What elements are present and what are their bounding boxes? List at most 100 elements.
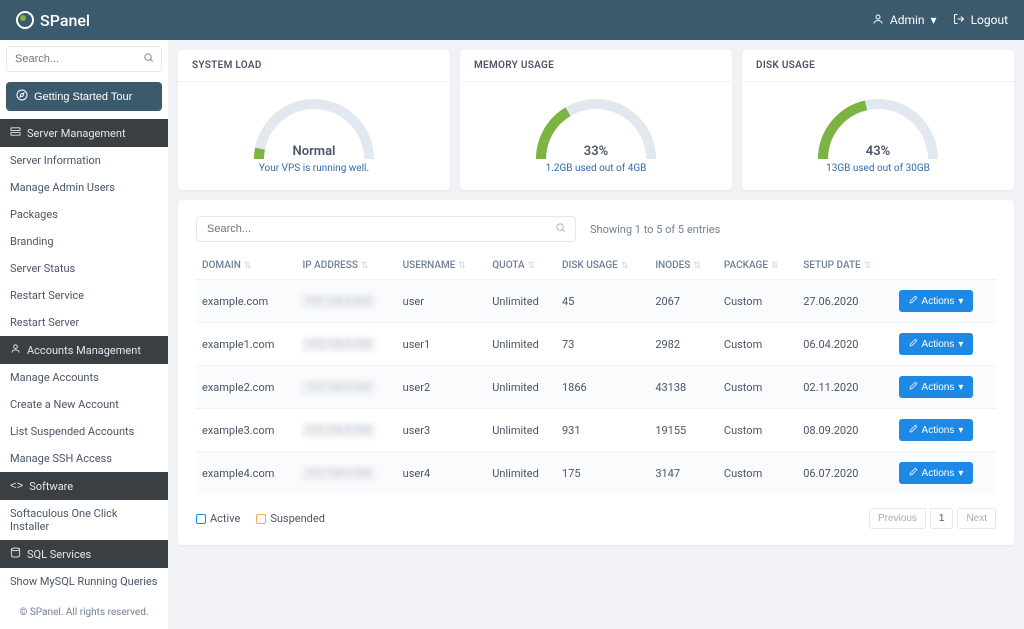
cell-disk: 175 [556,452,649,495]
sidebar-item[interactable]: Server Information [0,147,168,174]
actions-button[interactable]: Actions ▾ [899,290,974,312]
cell-disk: 1866 [556,366,649,409]
card-title: MEMORY USAGE [460,50,732,82]
actions-button[interactable]: Actions ▾ [899,462,974,484]
cell-ip: 192.168.0.000 [296,280,396,323]
accounts-table-card: Showing 1 to 5 of 5 entries DOMAIN⇅IP AD… [178,200,1014,545]
section-title: Server Management [27,127,126,140]
user-icon [872,13,884,28]
search-icon[interactable] [555,222,566,236]
sidebar-item[interactable]: Show MySQL Running Queries [0,568,168,595]
legend-active: Active [196,512,240,525]
search-icon[interactable] [143,52,154,66]
table-search-input[interactable] [196,216,576,242]
compass-icon [16,89,28,104]
sidebar: Getting Started Tour Server Management Se… [0,40,168,629]
main-content: SYSTEM LOAD Normal Your VPS is running w… [168,40,1024,629]
cell-inodes: 43138 [649,366,718,409]
cell-quota: Unlimited [486,409,556,452]
cell-quota: Unlimited [486,280,556,323]
actions-button[interactable]: Actions ▾ [899,333,974,355]
sidebar-section-header: SQL Services [0,540,168,568]
user-label: Admin [890,13,925,27]
column-header[interactable]: DISK USAGE⇅ [556,252,649,280]
logout-button[interactable]: Logout [953,13,1008,28]
system-load-gauge: Normal [249,94,379,159]
cell-date: 27.06.2020 [797,280,892,323]
gauge-label: 43% [813,144,943,159]
table-search [196,216,576,242]
gauge-sub: Your VPS is running well. [259,163,369,174]
gauge-label: 33% [531,144,661,159]
actions-button[interactable]: Actions ▾ [899,376,974,398]
section-icon [10,343,21,357]
section-title: Software [29,480,73,493]
disk-usage-card: DISK USAGE 43% 13GB used out of 30GB [742,50,1014,190]
gauge-sub: 1.2GB used out of 4GB [546,163,647,174]
column-header[interactable]: QUOTA⇅ [486,252,556,280]
sidebar-item[interactable]: Server Status [0,255,168,282]
chevron-down-icon: ▾ [958,339,963,350]
entries-info: Showing 1 to 5 of 5 entries [590,223,720,236]
table-row: example2.com192.168.0.000user2Unlimited1… [196,366,996,409]
page-1-button[interactable]: 1 [930,508,954,529]
legend-suspended: Suspended [256,512,325,525]
disk-gauge: 43% [813,94,943,159]
sidebar-search-input[interactable] [6,46,162,72]
legend-label: Suspended [270,512,325,525]
sidebar-item[interactable]: Create a New Account [0,391,168,418]
cell-date: 02.11.2020 [797,366,892,409]
tour-label: Getting Started Tour [34,91,132,103]
cell-quota: Unlimited [486,452,556,495]
next-page-button[interactable]: Next [957,508,996,529]
legend: Active Suspended [196,512,325,525]
sidebar-item[interactable]: Manage SSH Access [0,445,168,472]
chevron-down-icon: ▾ [958,468,963,479]
cell-package: Custom [718,280,797,323]
getting-started-tour-button[interactable]: Getting Started Tour [6,82,162,111]
column-header[interactable]: USERNAME⇅ [397,252,487,280]
card-title: SYSTEM LOAD [178,50,450,82]
table-row: example1.com192.168.0.000user1Unlimited7… [196,323,996,366]
gauge-sub: 13GB used out of 30GB [826,163,930,174]
cell-username: user4 [397,452,487,495]
checkbox-icon [256,514,266,524]
brand-logo: SPanel [16,11,90,30]
column-header[interactable]: DOMAIN⇅ [196,252,296,280]
cell-inodes: 2982 [649,323,718,366]
cell-username: user3 [397,409,487,452]
cell-package: Custom [718,452,797,495]
cell-disk: 73 [556,323,649,366]
sidebar-item[interactable]: Restart Server [0,309,168,336]
logo-icon [16,11,34,29]
cell-inodes: 2067 [649,280,718,323]
sidebar-item[interactable]: List Suspended Accounts [0,418,168,445]
chevron-down-icon: ▾ [931,13,937,27]
actions-button[interactable]: Actions ▾ [899,419,974,441]
card-title: DISK USAGE [742,50,1014,82]
section-icon: <> [10,479,23,493]
column-header[interactable] [893,252,996,280]
edit-icon [909,338,918,350]
sidebar-section-header: <> Software [0,472,168,500]
sidebar-search [0,40,168,78]
sidebar-item[interactable]: Manage Admin Users [0,174,168,201]
sidebar-item[interactable]: Packages [0,201,168,228]
app-header: SPanel Admin ▾ Logout [0,0,1024,40]
sidebar-section-header: Accounts Management [0,336,168,364]
cell-ip: 192.168.0.000 [296,452,396,495]
sidebar-item[interactable]: Restart Service [0,282,168,309]
column-header[interactable]: IP ADDRESS⇅ [296,252,396,280]
chevron-down-icon: ▾ [958,296,963,307]
cell-ip: 192.168.0.000 [296,366,396,409]
sidebar-item[interactable]: Branding [0,228,168,255]
column-header[interactable]: INODES⇅ [649,252,718,280]
cell-username: user2 [397,366,487,409]
column-header[interactable]: PACKAGE⇅ [718,252,797,280]
sidebar-item[interactable]: Softaculous One Click Installer [0,500,168,540]
sidebar-item[interactable]: Manage Accounts [0,364,168,391]
cell-quota: Unlimited [486,323,556,366]
column-header[interactable]: SETUP DATE⇅ [797,252,892,280]
prev-page-button[interactable]: Previous [869,508,926,529]
user-menu[interactable]: Admin ▾ [872,13,937,28]
